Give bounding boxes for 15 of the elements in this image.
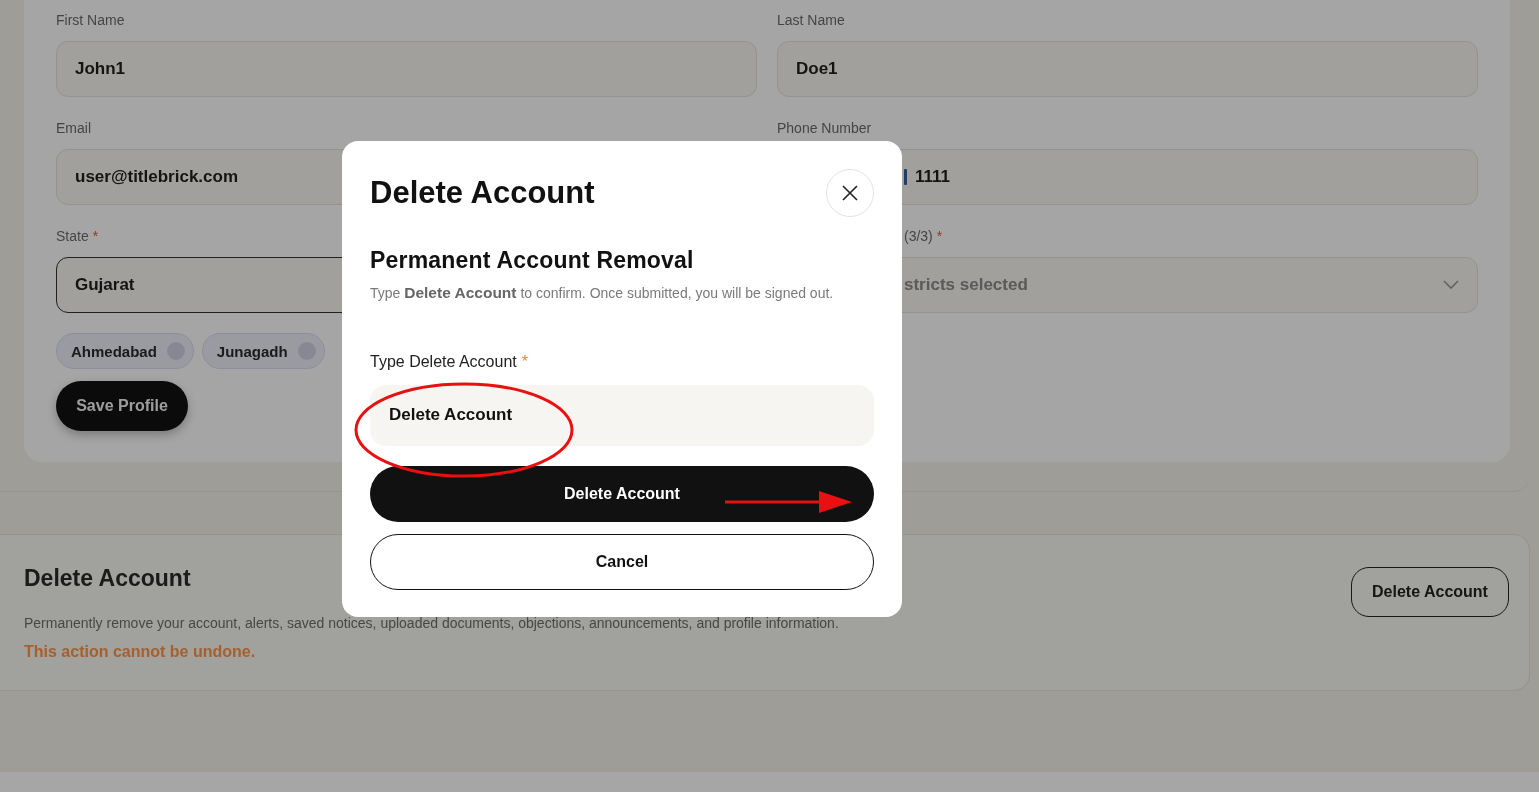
field-label: Email: [56, 120, 91, 137]
dialog-subtitle: Permanent Account Removal: [370, 247, 695, 274]
dialog-title: Delete Account: [370, 175, 595, 211]
section-description: Permanently remove your account, alerts, saved notices, uploaded documents, objections, announcements, and profile information.: [24, 615, 839, 631]
field-label: (3/3): [904, 228, 933, 245]
field-label: Type Delete Account: [370, 353, 517, 371]
field-label: Phone Number: [777, 120, 872, 137]
required-mark: *: [92, 228, 99, 245]
field-label: Last Name: [777, 12, 845, 29]
field-label: State: [56, 228, 89, 245]
section-title: Delete Account: [24, 565, 192, 593]
warning-text: This action cannot be undone.: [24, 643, 257, 661]
field-label: First Name: [56, 12, 125, 29]
required-mark: *: [936, 228, 943, 245]
required-mark: *: [521, 353, 528, 371]
